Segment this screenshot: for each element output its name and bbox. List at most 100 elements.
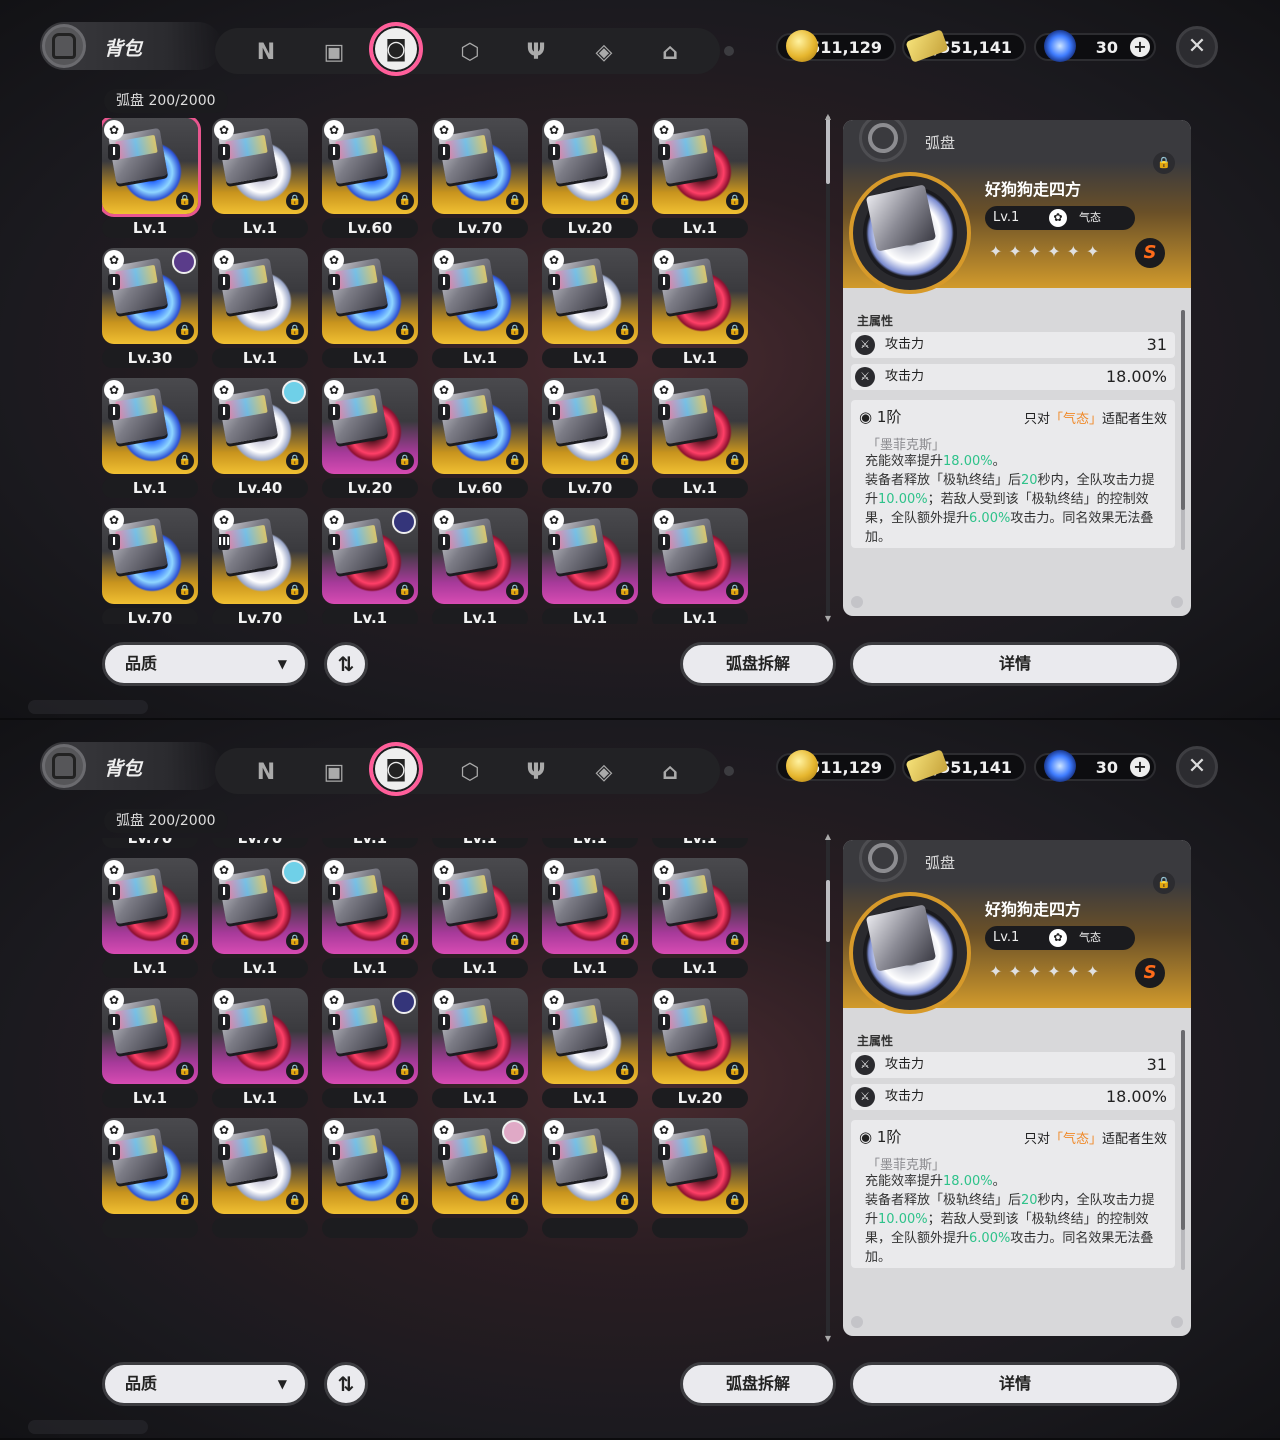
quality-filter-dropdown[interactable]: 品质 ▼ (102, 642, 308, 686)
disc-tile[interactable]: ✿ I 🔒 (212, 1118, 308, 1238)
disc-tile[interactable]: ✿I🔒Lv.1 (102, 378, 198, 498)
sort-order-button[interactable]: ⇅ (324, 1362, 368, 1406)
disc-tile[interactable]: ✿ I 🔒 (432, 1118, 528, 1238)
disc-tile[interactable]: ✿I🔒Lv.1 (652, 858, 748, 978)
lock-icon[interactable]: 🔒 (176, 452, 194, 470)
disc-tile[interactable]: ✿I🔒Lv.1 (322, 838, 418, 848)
lock-icon[interactable]: 🔒 (726, 932, 744, 950)
disc-tile[interactable]: ✿I🔒Lv.70 (102, 508, 198, 624)
sort-order-button[interactable]: ⇅ (324, 642, 368, 686)
disc-tile[interactable]: ✿ I 🔒 (652, 1118, 748, 1238)
tab-material[interactable]: ◈ (585, 33, 623, 71)
tab-food[interactable]: Ψ (517, 33, 555, 71)
lock-icon[interactable]: 🔒 (726, 192, 744, 210)
scroll-down-icon[interactable]: ▼ (823, 614, 833, 624)
lock-icon[interactable]: 🔒 (286, 582, 304, 600)
lock-icon[interactable]: 🔒 (616, 452, 634, 470)
lock-icon[interactable]: 🔒 (396, 452, 414, 470)
disc-tile[interactable]: ✿I🔒Lv.1 (432, 988, 528, 1108)
scroll-up-icon[interactable]: ▲ (823, 112, 833, 122)
lock-icon[interactable]: 🔒 (726, 582, 744, 600)
lock-icon[interactable]: 🔒 (616, 192, 634, 210)
disc-tile[interactable]: ✿I🔒Lv.70 (542, 378, 638, 498)
disc-tile[interactable]: ✿I🔒Lv.1 (322, 248, 418, 368)
disc-tile[interactable]: ✿I🔒Lv.1 (212, 988, 308, 1108)
close-button[interactable]: ✕ (1176, 746, 1218, 788)
details-button[interactable]: 详情 (850, 1362, 1180, 1406)
lock-icon[interactable]: 🔒 (286, 322, 304, 340)
lock-icon[interactable]: 🔒 (506, 1062, 524, 1080)
disc-tile[interactable]: ✿ I 🔒 Lv.20 (542, 118, 638, 238)
disc-tile[interactable]: ✿ III 🔒 Lv.70 (212, 508, 308, 624)
disc-tile[interactable]: ✿I🔒Lv.1 (652, 118, 748, 238)
disc-tile[interactable]: ✿ I 🔒 (322, 1118, 418, 1238)
lock-icon[interactable]: 🔒 (286, 1062, 304, 1080)
disc-tile[interactable]: ✿I🔒Lv.1 (102, 118, 198, 238)
close-button[interactable]: ✕ (1176, 26, 1218, 68)
grid-scrollbar-thumb[interactable] (826, 116, 830, 184)
details-button[interactable]: 详情 (850, 642, 1180, 686)
disc-tile[interactable]: ✿I🔒Lv.70 (102, 838, 198, 848)
disc-tile[interactable]: ✿ I 🔒 (102, 1118, 198, 1238)
lock-icon[interactable]: 🔒 (616, 1062, 634, 1080)
disc-tile[interactable]: ✿I🔒Lv.1 (432, 508, 528, 624)
lock-icon[interactable]: 🔒 (176, 192, 194, 210)
disc-tile[interactable]: ✿ I 🔒 Lv.30 (102, 248, 198, 368)
add-polychrome-button[interactable]: + (1130, 757, 1150, 777)
lock-icon[interactable]: 🔒 (616, 1192, 634, 1210)
lock-icon[interactable]: 🔒 (726, 322, 744, 340)
lock-icon[interactable]: 🔒 (176, 932, 194, 950)
tab-disc[interactable]: ◙ (369, 742, 423, 796)
scroll-up-icon[interactable]: ▲ (823, 832, 833, 842)
lock-icon[interactable]: 🔒 (396, 1062, 414, 1080)
disc-tile[interactable]: ✿I🔒Lv.1 (432, 248, 528, 368)
disc-tile[interactable]: ✿I🔒Lv.1 (102, 858, 198, 978)
lock-icon[interactable]: 🔒 (396, 1192, 414, 1210)
lock-icon[interactable]: 🔒 (506, 192, 524, 210)
scroll-down-icon[interactable]: ▼ (823, 1334, 833, 1344)
dismantle-button[interactable]: 弧盘拆解 (680, 1362, 836, 1406)
detail-scrollbar[interactable] (1181, 1030, 1185, 1270)
lock-icon[interactable]: 🔒 (176, 1062, 194, 1080)
lock-icon[interactable]: 🔒 (396, 322, 414, 340)
lock-icon[interactable]: 🔒 (396, 192, 414, 210)
disc-tile[interactable]: ✿I🔒Lv.1 (542, 508, 638, 624)
disc-tile[interactable]: ✿ I 🔒 Lv.40 (212, 378, 308, 498)
lock-icon[interactable]: 🔒 (506, 1192, 524, 1210)
disc-tile[interactable]: ✿I🔒Lv.1 (542, 988, 638, 1108)
disc-tile[interactable]: ✿I🔒Lv.1 (322, 988, 418, 1108)
lock-icon[interactable]: 🔒 (396, 932, 414, 950)
disc-tile[interactable]: ✿I🔒Lv.1 (432, 838, 528, 848)
disc-tile[interactable]: ✿I🔒Lv.70 (432, 118, 528, 238)
tab-disc[interactable]: ◙ (369, 22, 423, 76)
tab-drive[interactable]: N (247, 33, 285, 71)
lock-icon[interactable]: 🔒 (616, 582, 634, 600)
tab-food[interactable]: Ψ (517, 753, 555, 791)
lock-icon[interactable]: 🔒 (616, 932, 634, 950)
lock-icon[interactable]: 🔒 (286, 452, 304, 470)
lock-icon[interactable]: 🔒 (506, 322, 524, 340)
disc-tile[interactable]: ✿ I 🔒 Lv.60 (322, 118, 418, 238)
lock-icon[interactable]: 🔒 (506, 932, 524, 950)
detail-lock-icon[interactable]: 🔒 (1153, 872, 1175, 894)
disc-tile[interactable]: ✿ I 🔒 (542, 1118, 638, 1238)
disc-tile[interactable]: ✿I🔒Lv.1 (102, 988, 198, 1108)
tab-material[interactable]: ◈ (585, 753, 623, 791)
dismantle-button[interactable]: 弧盘拆解 (680, 642, 836, 686)
tab-home[interactable]: ⌂ (651, 33, 689, 71)
disc-tile[interactable]: ✿ I 🔒 Lv.20 (652, 988, 748, 1108)
disc-tile[interactable]: ✿I🔒Lv.1 (212, 118, 308, 238)
add-polychrome-button[interactable]: + (1130, 37, 1150, 57)
grid-scrollbar-thumb[interactable] (826, 880, 830, 942)
quality-filter-dropdown[interactable]: 品质 ▼ (102, 1362, 308, 1406)
lock-icon[interactable]: 🔒 (726, 1062, 744, 1080)
detail-lock-icon[interactable]: 🔒 (1153, 152, 1175, 174)
disc-tile[interactable]: ✿ I 🔒 Lv.20 (322, 378, 418, 498)
lock-icon[interactable]: 🔒 (286, 932, 304, 950)
lock-icon[interactable]: 🔒 (396, 582, 414, 600)
lock-icon[interactable]: 🔒 (506, 582, 524, 600)
lock-icon[interactable]: 🔒 (726, 452, 744, 470)
tab-gameboy[interactable]: ▣ (315, 753, 353, 791)
disc-tile[interactable]: ✿I🔒Lv.1 (542, 858, 638, 978)
disc-tile[interactable]: ✿I🔒Lv.1 (652, 378, 748, 498)
